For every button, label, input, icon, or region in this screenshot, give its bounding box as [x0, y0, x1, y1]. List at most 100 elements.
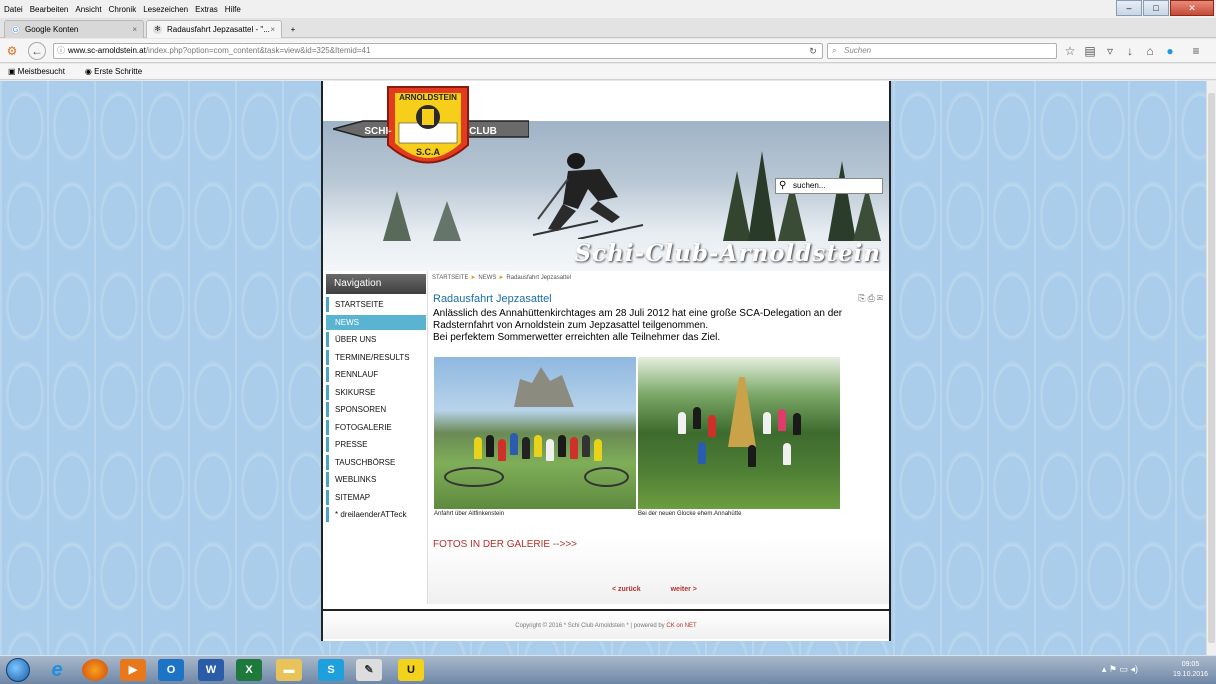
club-logo[interactable]: ARNOLDSTEIN SCHI- CLUB S.C.A	[333, 85, 529, 175]
download-icon[interactable]: ↓	[1122, 43, 1138, 59]
hamburger-menu-icon[interactable]: ≡	[1188, 43, 1204, 59]
next-link[interactable]: weiter >	[671, 586, 697, 593]
nav-item-weblinks[interactable]: WEBLINKS	[326, 472, 426, 487]
home-icon[interactable]: ⌂	[1142, 43, 1158, 59]
skype-taskbar-icon[interactable]: S	[318, 659, 344, 681]
close-window-button[interactable]: ✕	[1170, 0, 1214, 16]
media-player-icon[interactable]: ▶	[120, 659, 146, 681]
site-search-input[interactable]: ⚲ suchen...	[775, 178, 883, 194]
url-bar[interactable]: ⓘ www.sc-arnoldstein.at/index.php?option=…	[53, 43, 823, 59]
pdf-icon[interactable]: ⎘	[858, 293, 867, 303]
nav-item-skikurse[interactable]: SKIKURSE	[326, 384, 426, 400]
paint-icon[interactable]: ✎	[356, 659, 382, 681]
article-line-1: Anlässlich des Annahüttenkirchtages am 2…	[433, 308, 843, 319]
gallery-link[interactable]: FOTOS IN DER GALERIE -->>>	[433, 539, 577, 550]
firefox-icon[interactable]	[82, 659, 108, 681]
search-icon: ⌕	[832, 46, 837, 55]
photo-glocke[interactable]	[638, 357, 840, 509]
menu-datei[interactable]: Datei	[4, 5, 23, 14]
nav-item-tauschboerse[interactable]: TAUSCHBÖRSE	[326, 454, 426, 470]
photo-altfinkenstein[interactable]	[434, 357, 636, 509]
addon-icon[interactable]: ⚙	[4, 43, 20, 59]
article-actions: ⎘⎙✉	[858, 293, 885, 304]
snowflake-icon: ✻	[153, 25, 162, 34]
email-icon[interactable]: ✉	[877, 293, 885, 303]
photo-caption-1: Anfahrt über Altfinkenstein	[434, 511, 505, 517]
nav-item-ueber-uns[interactable]: ÜBER UNS	[326, 332, 426, 347]
skier-graphic	[532, 153, 644, 239]
close-tab-icon[interactable]: ×	[132, 25, 137, 34]
article-line-2: Radsternfahrt von Arnoldstein zum Jepzas…	[433, 320, 709, 331]
menu-chronik[interactable]: Chronik	[109, 5, 137, 14]
site-navigation: Navigation STARTSEITE NEWS ÜBER UNS TERM…	[326, 274, 426, 525]
menu-extras[interactable]: Extras	[195, 5, 218, 14]
site-search-placeholder: suchen...	[793, 181, 826, 190]
site-header: Schi-Club-Arnoldstein ⚲ suchen... ARNOLD…	[323, 81, 889, 271]
logo-left-text: SCHI-	[364, 126, 391, 137]
menu-bar: Datei Bearbeiten Ansicht Chronik Lesezei…	[0, 0, 1216, 18]
outlook-icon[interactable]: O	[158, 659, 184, 681]
nav-item-sponsoren[interactable]: SPONSOREN	[326, 402, 426, 417]
close-tab-icon[interactable]: ×	[270, 25, 275, 34]
menu-ansicht[interactable]: Ansicht	[75, 5, 101, 14]
start-button[interactable]	[6, 658, 30, 682]
word-icon[interactable]: W	[198, 659, 224, 681]
nav-item-dreilaender[interactable]: * dreilaenderATTeck	[326, 507, 426, 522]
url-host: www.sc-arnoldstein.at	[68, 46, 146, 55]
bookmarks-icon[interactable]: ▤	[1082, 43, 1098, 59]
new-tab-button[interactable]: +	[285, 20, 301, 38]
site-footer: Copyright © 2016 * Schi Club Arnoldstein…	[323, 609, 889, 639]
nav-item-presse[interactable]: PRESSE	[326, 437, 426, 452]
tray-icons[interactable]: ▴ ⚑ ▭ ◂)	[1102, 664, 1138, 675]
nav-item-termine-results[interactable]: TERMINE/RESULTS	[326, 349, 426, 365]
breadcrumb-current: Radausfahrt Jepzasattel	[506, 275, 572, 281]
back-button[interactable]: ←	[28, 42, 46, 60]
logo-top-text: ARNOLDSTEIN	[399, 93, 457, 102]
article-line-3: Bei perfektem Sommerwetter erreichten al…	[433, 332, 721, 343]
explorer-folder-icon[interactable]: ▬	[276, 659, 302, 681]
reload-icon[interactable]: ↻	[805, 43, 821, 59]
bookmark-meistbesucht[interactable]: ▣ Meistbesucht	[8, 67, 75, 76]
nav-item-news[interactable]: NEWS	[326, 314, 426, 330]
star-icon[interactable]: ☆	[1062, 43, 1078, 59]
footer-ck-link[interactable]: CK on NET	[666, 623, 696, 629]
nav-item-sitemap[interactable]: SITEMAP	[326, 489, 426, 505]
google-icon: G	[11, 25, 20, 34]
minimize-button[interactable]: –	[1116, 0, 1142, 16]
tab-google-konten[interactable]: G Google Konten ×	[4, 20, 144, 38]
footer-copyright: Copyright © 2016 * Schi Club Arnoldstein…	[515, 623, 665, 629]
browser-search-field[interactable]: ⌕ Suchen	[827, 43, 1057, 59]
breadcrumb-startseite[interactable]: STARTSEITE	[432, 275, 468, 281]
menu-hilfe[interactable]: Hilfe	[225, 5, 241, 14]
ultraedit-icon[interactable]: U	[398, 659, 424, 681]
excel-icon[interactable]: X	[236, 659, 262, 681]
pocket-icon[interactable]: ▿	[1102, 43, 1118, 59]
nav-item-startseite[interactable]: STARTSEITE	[326, 297, 426, 312]
print-icon[interactable]: ⎙	[868, 293, 877, 303]
article-content: STARTSEITE ► NEWS ► Radausfahrt Jepzasattel …	[427, 271, 889, 604]
nav-item-rennlauf[interactable]: RENNLAUF	[326, 367, 426, 382]
clock[interactable]: 09:05 19.10.2016	[1173, 660, 1208, 680]
nav-item-fotogalerie[interactable]: FOTOGALERIE	[326, 419, 426, 435]
page-scrollbar[interactable]	[1206, 81, 1216, 655]
tab-radausfahrt[interactable]: ✻ Radausfahrt Jepzasattel - "... ×	[146, 20, 282, 38]
breadcrumb: STARTSEITE ► NEWS ► Radausfahrt Jepzasattel	[432, 275, 572, 281]
breadcrumb-news[interactable]: NEWS	[478, 275, 496, 281]
menu-lesezeichen[interactable]: Lesezeichen	[143, 5, 188, 14]
pagination: < zurück weiter >	[612, 586, 727, 593]
scrollbar-thumb[interactable]	[1208, 93, 1215, 643]
navigation-heading: Navigation	[326, 274, 426, 294]
info-icon[interactable]: ⓘ	[57, 44, 65, 58]
article-title: Radausfahrt Jepzasattel	[433, 293, 552, 305]
maximize-button[interactable]: □	[1143, 0, 1169, 16]
internet-explorer-icon[interactable]: e	[44, 659, 70, 681]
bookmark-erste-schritte[interactable]: ◉ Erste Schritte	[85, 67, 152, 76]
tab-label: Google Konten	[25, 25, 79, 34]
prev-link[interactable]: < zurück	[612, 586, 641, 593]
tab-label: Radausfahrt Jepzasattel - "...	[167, 25, 270, 34]
navigation-toolbar: ⚙ ← ⓘ www.sc-arnoldstein.at/index.php?opt…	[0, 39, 1216, 63]
windows-taskbar: e ▶ O W X ▬ S ✎ U ▴ ⚑ ▭ ◂) 09:05 19.10.2…	[0, 655, 1216, 684]
skype-icon[interactable]: ●	[1162, 43, 1178, 59]
photo-caption-2: Bei der neuen Glocke ehem.Annahütte	[638, 511, 742, 517]
menu-bearbeiten[interactable]: Bearbeiten	[30, 5, 69, 14]
